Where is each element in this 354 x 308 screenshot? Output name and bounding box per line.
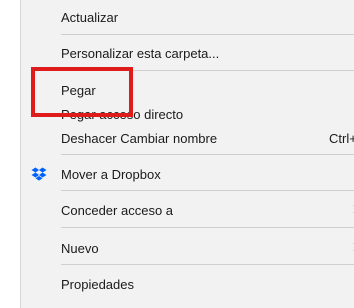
menu-separator [61,190,354,191]
context-menu: Actualizar Personalizar esta carpeta... … [20,0,354,308]
menu-item-deshacer-cambiar-nombre[interactable]: Deshacer Cambiar nombre Ctrl+Z [21,128,354,148]
menu-item-nuevo[interactable]: Nuevo [21,238,354,258]
menu-separator [61,264,354,265]
menu-separator [61,154,354,155]
menu-item-label: Deshacer Cambiar nombre [61,130,218,146]
menu-separator [61,34,354,35]
red-highlight-box [31,67,133,117]
menu-item-mover-a-dropbox[interactable]: Mover a Dropbox [21,164,354,184]
shortcut-label: Ctrl+Z [329,130,354,146]
menu-item-label: Mover a Dropbox [61,166,161,182]
menu-item-propiedades[interactable]: Propiedades [21,274,354,294]
menu-item-personalizar-carpeta[interactable]: Personalizar esta carpeta... [21,43,354,63]
menu-item-actualizar[interactable]: Actualizar [21,7,354,27]
menu-item-label: Personalizar esta carpeta... [61,45,220,61]
menu-item-conceder-acceso[interactable]: Conceder acceso a [21,200,354,220]
menu-item-label: Propiedades [61,276,134,292]
menu-item-label: Conceder acceso a [61,202,174,218]
menu-separator [61,227,354,228]
menu-item-label: Nuevo [61,240,99,256]
dropbox-icon [31,167,47,181]
menu-item-label: Actualizar [61,9,119,25]
